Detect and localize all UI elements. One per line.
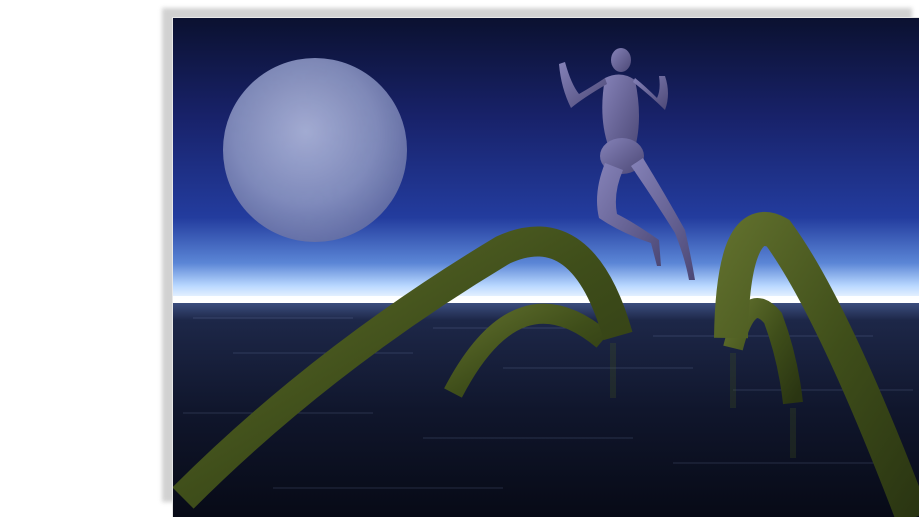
artwork-frame (172, 17, 919, 517)
artwork (173, 18, 919, 517)
page (0, 0, 919, 517)
